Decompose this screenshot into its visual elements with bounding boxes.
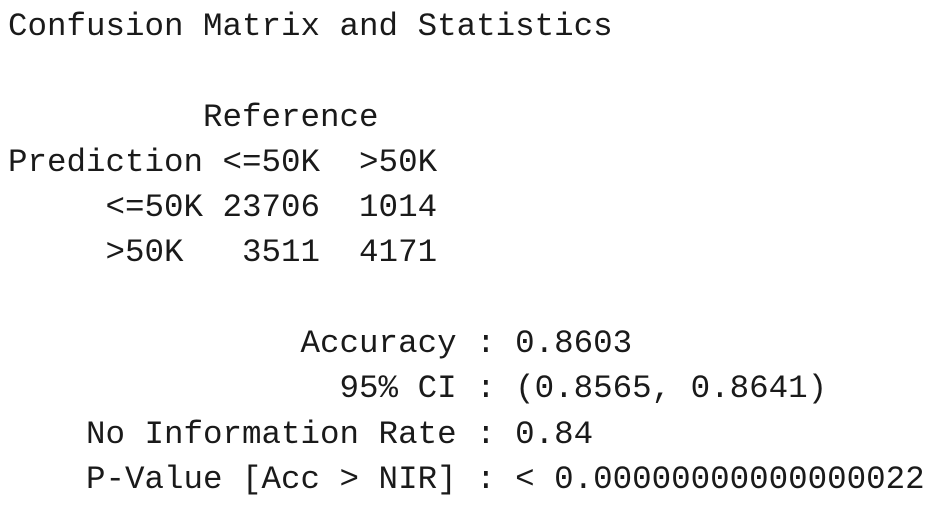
reference-header: Reference <box>8 98 379 136</box>
output-title: Confusion Matrix and Statistics <box>8 8 613 45</box>
stat-95-ci: 95% CI : (0.8565, 0.8641) <box>8 370 828 408</box>
stat-p-value: P-Value [Acc > NIR] : < 0.00000000000000… <box>8 460 925 498</box>
matrix-row-gt50k: >50K 3511 4171 <box>8 234 438 272</box>
matrix-row-le50k: <=50K 23706 1014 <box>8 189 438 227</box>
r-console-output: Confusion Matrix and Statistics Referenc… <box>0 0 944 518</box>
confusion-matrix-printout: Confusion Matrix and Statistics Referenc… <box>0 0 944 502</box>
stat-accuracy: Accuracy : 0.8603 <box>8 325 633 363</box>
stat-no-information-rate: No Information Rate : 0.84 <box>8 415 594 453</box>
prediction-header: Prediction <=50K >50K <box>8 143 438 181</box>
